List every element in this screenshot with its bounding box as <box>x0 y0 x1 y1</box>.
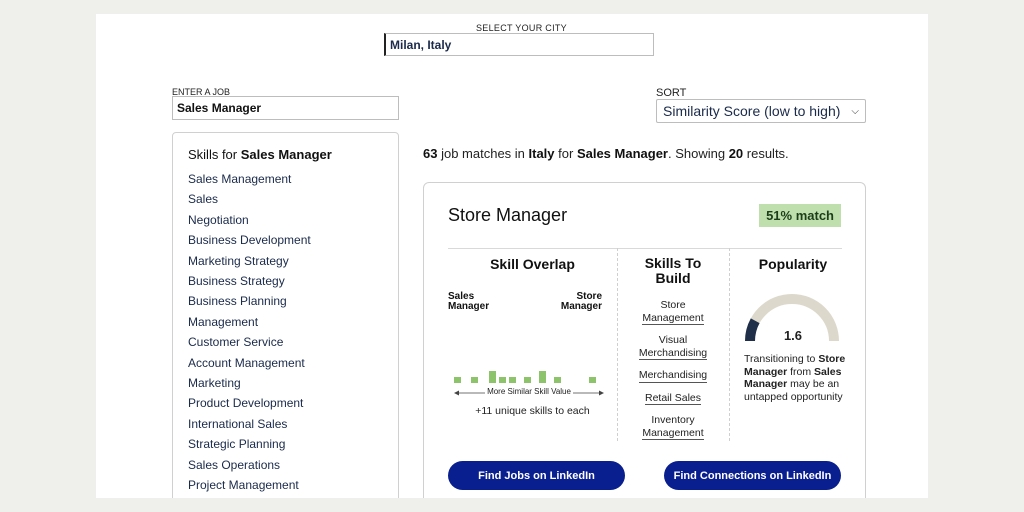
divider <box>729 248 730 441</box>
summary-job: Sales Manager <box>576 146 668 161</box>
skill-to-build-link[interactable]: Merchandising <box>638 369 708 383</box>
build-title-line: Skills To <box>644 255 702 271</box>
popularity-title: Popularity <box>758 256 828 272</box>
skills-list: Sales Management Sales Negotiation Business… <box>188 169 383 496</box>
skill-item: Negotiation <box>188 212 249 227</box>
find-jobs-button[interactable]: Find Jobs on LinkedIn <box>448 461 625 490</box>
match-badge: 51% match <box>759 204 841 227</box>
skill-to-build-line: Store <box>660 299 686 311</box>
match-count: 63 <box>423 146 438 161</box>
divider <box>448 248 842 249</box>
skills-panel: Skills for Sales Manager Sales Managemen… <box>172 132 399 498</box>
job-input[interactable] <box>172 96 399 120</box>
sort-label: SORT <box>656 87 687 99</box>
skills-to-build-title: Skills To Build <box>617 256 729 286</box>
skill-item: International Sales <box>188 416 288 431</box>
skill-item: Sales <box>188 192 219 207</box>
overlap-right-label: Store Manager <box>558 292 602 312</box>
skills-to-build-list: Store Management Visual Merchandising Mercha… <box>617 299 729 449</box>
overlap-left-label: Sales Manager <box>448 292 489 312</box>
city-label: SELECT YOUR CITY <box>476 23 567 33</box>
overlap-skill-square <box>539 377 546 383</box>
skill-to-build-line: Inventory <box>651 414 695 426</box>
skill-item: Sales Management <box>188 172 292 186</box>
skill-item: Account Management <box>188 355 305 370</box>
skill-to-build-line: Retail Sales <box>644 391 702 404</box>
sort-select[interactable]: Similarity Score (low to high) ⌵ <box>656 99 866 123</box>
skill-to-build-link[interactable]: Store Management <box>642 299 704 325</box>
skills-title: Skills for Sales Manager <box>188 147 383 162</box>
skill-to-build-line: Merchandising <box>638 346 708 359</box>
skill-item: Business Planning <box>188 294 287 309</box>
overlap-skill-square <box>509 377 516 383</box>
skill-to-build-line: Management <box>642 426 704 439</box>
job-card: Store Manager 51% match Skill Overlap Sa… <box>423 182 866 498</box>
skill-item: Project Management <box>188 478 299 493</box>
overlap-skill-square <box>589 377 596 383</box>
card-title: Store Manager <box>448 205 568 225</box>
summary-country: Italy <box>528 146 555 161</box>
skill-to-build-line: Visual <box>658 334 688 346</box>
sort-value: Similarity Score (low to high) <box>663 103 841 119</box>
unique-skills-text: +11 unique skills to each <box>475 405 590 417</box>
skill-to-build-line: Management <box>642 311 704 324</box>
skill-item: Product Development <box>188 396 304 411</box>
skill-to-build-line: Merchandising <box>638 369 708 381</box>
overlap-skill-square <box>524 377 531 383</box>
overlap-skill-square <box>454 377 461 383</box>
overlap-right-line: Manager <box>560 301 602 312</box>
overlap-skill-square <box>489 377 496 383</box>
similarity-axis-text: More Similar Skill Value <box>485 387 573 396</box>
popularity-value: 1.6 <box>783 328 803 343</box>
shown-count: 20 <box>728 146 744 161</box>
pop-text-part: Transitioning to <box>744 353 819 365</box>
skill-item: Strategic Planning <box>188 437 286 452</box>
overlap-skill-square <box>554 377 561 383</box>
summary-text: . Showing <box>667 146 729 161</box>
summary-text: for <box>554 146 577 161</box>
build-title-line: Build <box>655 270 691 286</box>
skills-title-job: Sales Manager <box>240 147 332 162</box>
skill-to-build-link[interactable]: Retail Sales <box>644 391 702 405</box>
results-summary: 63 job matches in Italy for Sales Manage… <box>423 146 789 161</box>
popularity-text: Transitioning to Store Manager from Sale… <box>744 353 848 403</box>
similarity-axis-label: More Similar Skill Value <box>454 387 604 396</box>
overlap-skill-square <box>471 377 478 383</box>
summary-text: results. <box>743 146 789 161</box>
skill-item: Sales Operations <box>188 457 281 472</box>
page: SELECT YOUR CITY ENTER A JOB SORT Simila… <box>96 14 928 498</box>
pop-text-part: from <box>787 365 815 378</box>
skill-item: Marketing Strategy <box>188 253 289 268</box>
skill-item: Management <box>188 314 259 329</box>
skills-title-prefix: Skills for <box>188 147 238 162</box>
skill-overlap-title: Skill Overlap <box>490 256 575 272</box>
skill-to-build-link[interactable]: Visual Merchandising <box>638 334 708 360</box>
overlap-skill-square <box>499 377 506 383</box>
skill-overlap-chart <box>454 371 596 383</box>
skill-item: Business Development <box>188 233 311 248</box>
overlap-left-line: Manager <box>448 301 490 312</box>
summary-text: job matches in <box>437 146 529 161</box>
find-connections-button[interactable]: Find Connections on LinkedIn <box>664 461 841 490</box>
overlap-skill-square <box>489 371 496 377</box>
overlap-skill-square <box>539 371 546 377</box>
skill-item: Customer Service <box>188 335 284 350</box>
skill-item: Business Strategy <box>188 274 285 289</box>
skill-to-build-link[interactable]: Inventory Management <box>642 414 704 440</box>
skill-item: Marketing <box>188 376 241 391</box>
city-input[interactable] <box>384 33 654 56</box>
chevron-down-icon: ⌵ <box>851 105 859 117</box>
